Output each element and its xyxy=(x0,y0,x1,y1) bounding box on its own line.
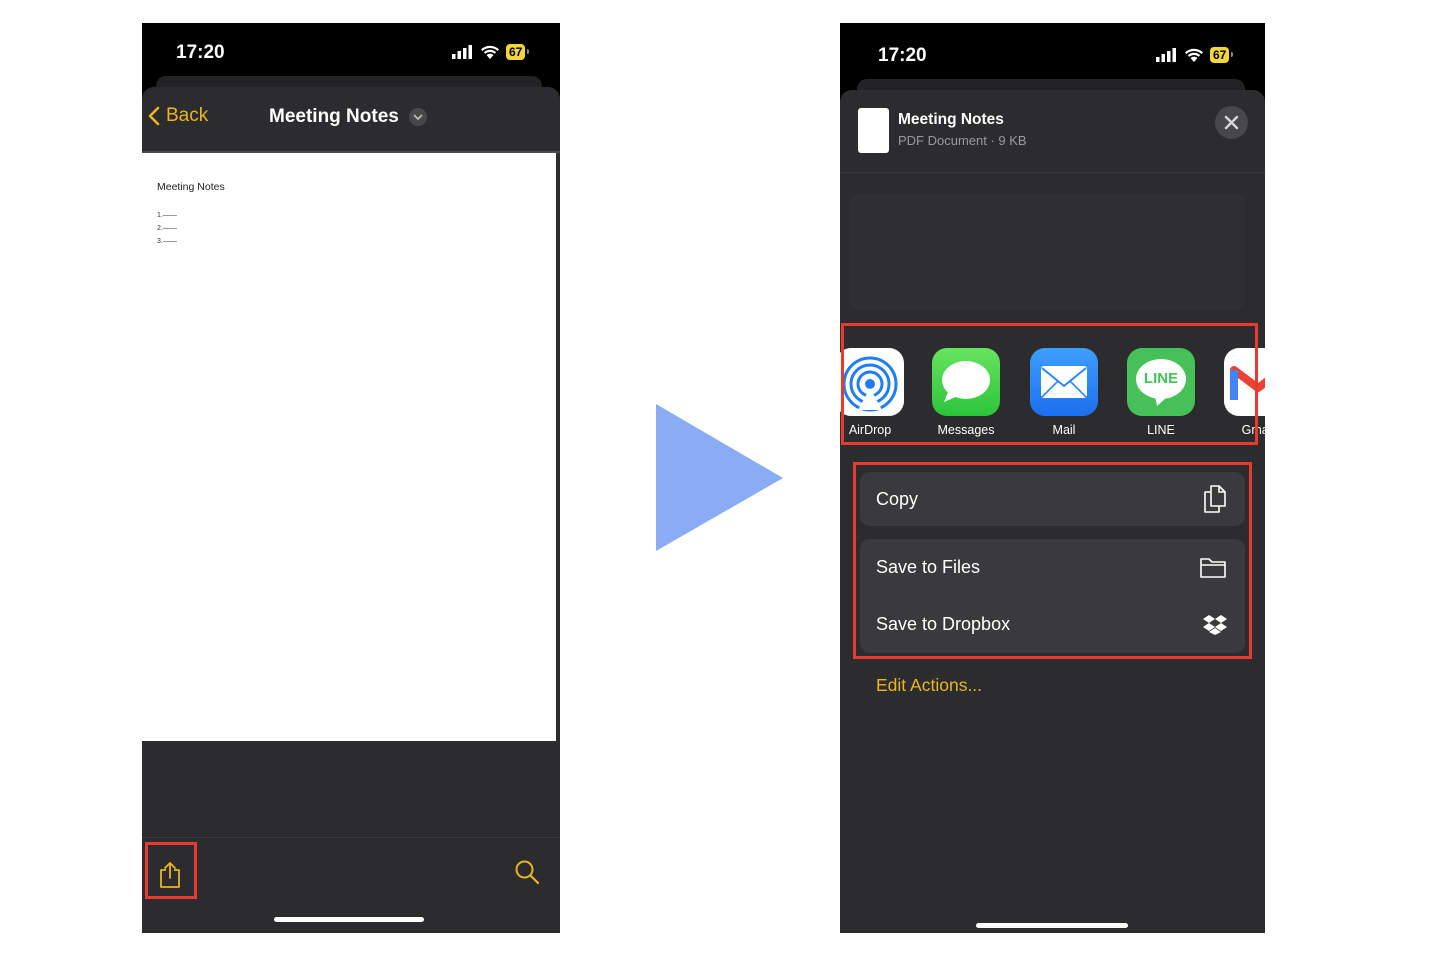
notes-viewer: Back Meeting Notes Meeting Notes 1.—— 2.… xyxy=(142,87,560,933)
search-button[interactable] xyxy=(514,859,540,890)
nav-title: Meeting Notes xyxy=(269,106,399,127)
signal-icon xyxy=(452,45,472,59)
pdf-list-item: 2.—— xyxy=(157,225,177,232)
chevron-left-icon xyxy=(148,106,160,126)
edit-actions-link[interactable]: Edit Actions... xyxy=(876,675,982,696)
left-phone-screen: 17:20 67 Back Meeting Notes Meeting Note… xyxy=(142,23,560,933)
pdf-list-item: 3.—— xyxy=(157,238,177,245)
highlight-share-button xyxy=(145,842,197,899)
search-icon xyxy=(515,860,540,885)
back-label: Back xyxy=(166,105,209,126)
transition-arrow-icon xyxy=(656,404,783,551)
status-time: 17:20 xyxy=(176,42,225,63)
wifi-icon xyxy=(481,45,499,59)
highlight-app-row xyxy=(841,323,1258,445)
toolbar-divider xyxy=(142,837,560,838)
pdf-list: 1.—— 2.—— 3.—— xyxy=(157,209,177,248)
chevron-down-icon xyxy=(408,108,427,126)
home-indicator xyxy=(274,917,424,922)
pdf-list-item: 1.—— xyxy=(157,212,177,219)
back-button[interactable]: Back xyxy=(148,105,208,127)
pdf-page: Meeting Notes 1.—— 2.—— 3.—— xyxy=(142,153,556,741)
pdf-heading: Meeting Notes xyxy=(157,181,225,193)
highlight-actions xyxy=(853,462,1252,659)
title-menu[interactable]: Meeting Notes xyxy=(269,106,427,128)
status-icons: 67 xyxy=(452,44,530,60)
battery-indicator: 67 xyxy=(506,44,530,60)
